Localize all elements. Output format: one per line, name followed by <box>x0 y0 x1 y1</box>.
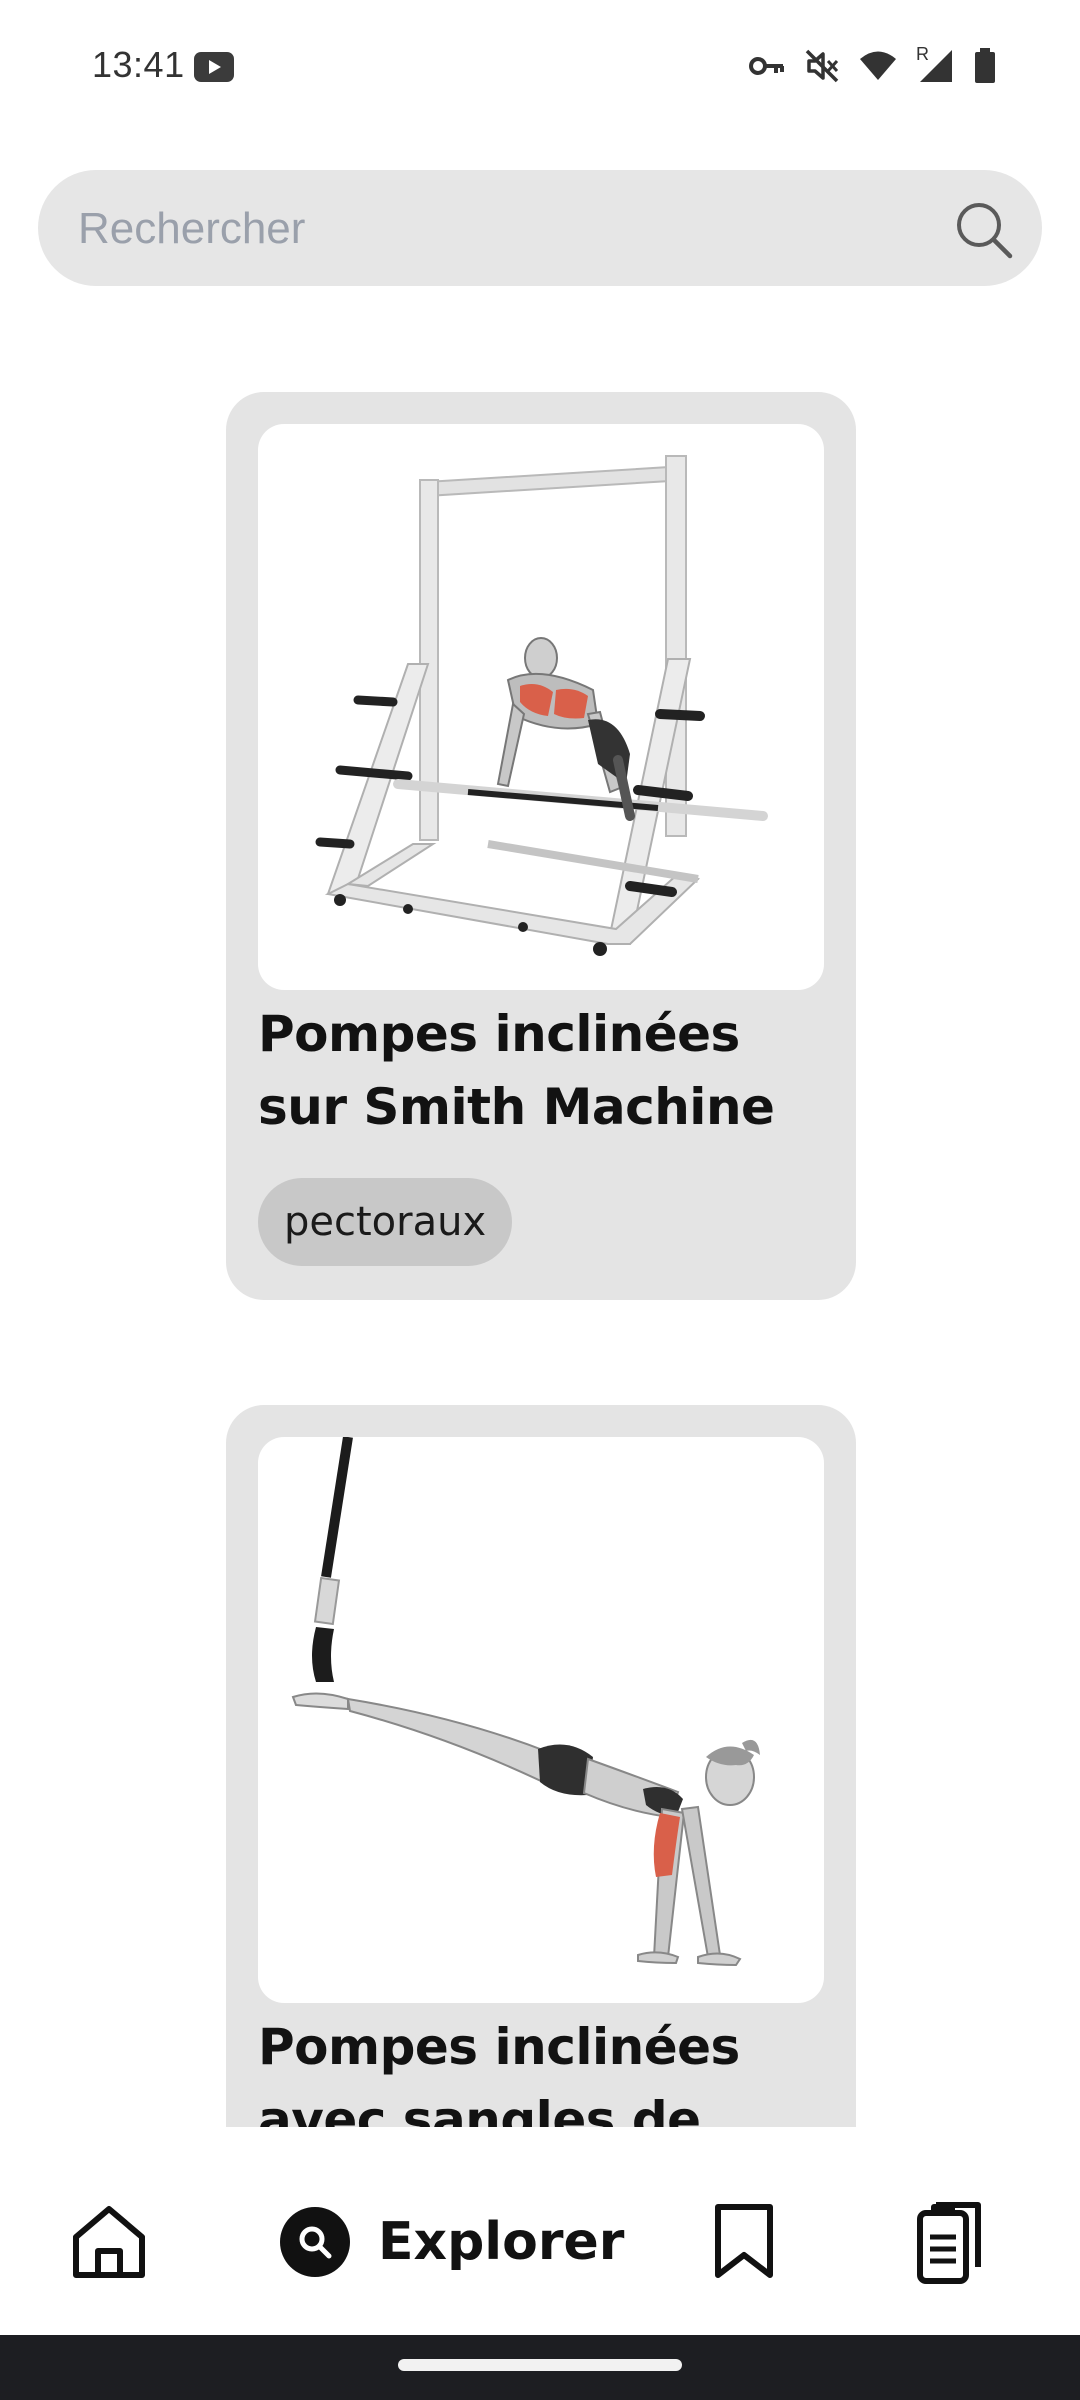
exercise-image[interactable] <box>258 424 824 990</box>
bookmark-icon <box>715 2204 773 2278</box>
exercise-image[interactable] <box>258 1437 824 2003</box>
search-icon <box>280 2207 350 2277</box>
suspension-strap-pushup-illustration <box>291 1437 760 1967</box>
search-bar[interactable] <box>38 170 1042 288</box>
smith-machine-pushup-illustration <box>315 455 768 956</box>
status-bar: 13:41 R <box>0 0 1080 132</box>
system-navigation-bar <box>0 2335 1080 2400</box>
nav-explore[interactable]: Explorer <box>280 2197 624 2287</box>
clipboard-icon <box>917 2202 981 2284</box>
wifi-icon <box>860 51 896 80</box>
battery-icon <box>975 48 995 83</box>
nav-saved[interactable] <box>710 2197 778 2287</box>
home-icon <box>73 2206 145 2278</box>
vpn-key-icon <box>749 57 784 75</box>
muscle-tag[interactable]: pectoraux <box>258 1178 513 1266</box>
signal-roaming-icon: R <box>916 44 956 84</box>
search-input[interactable] <box>76 170 960 288</box>
home-gesture-handle[interactable] <box>398 2359 682 2371</box>
youtube-icon <box>194 52 234 82</box>
nav-explore-label: Explorer <box>378 2212 625 2272</box>
status-icons: R <box>748 44 996 86</box>
exercise-card[interactable]: Pompes inclinées avec sangles de <box>226 1405 856 2127</box>
exercise-card[interactable]: Pompes inclinées sur Smith Machine pecto… <box>226 392 856 1300</box>
bottom-navigation: Explorer <box>0 2127 1080 2335</box>
status-time: 13:41 <box>92 44 185 85</box>
search-icon[interactable] <box>952 198 1016 262</box>
mute-icon <box>805 49 839 83</box>
exercise-title: Pompes inclinées sur Smith Machine <box>258 1005 775 1136</box>
nav-plans[interactable] <box>914 2197 986 2287</box>
nav-home[interactable] <box>68 2197 150 2287</box>
exercise-title: Pompes inclinées avec sangles de <box>258 2018 740 2127</box>
exercise-feed[interactable]: Pompes inclinées sur Smith Machine pecto… <box>0 320 1080 2127</box>
